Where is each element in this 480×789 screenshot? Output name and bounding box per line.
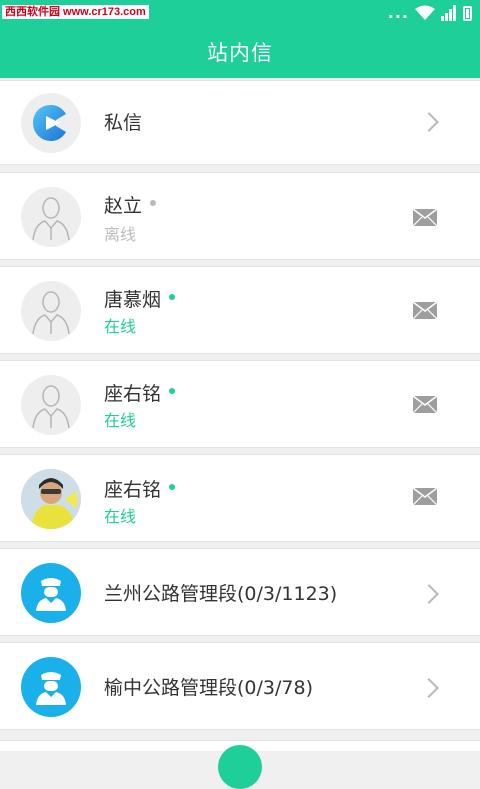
contact-row[interactable]: 座右铭 在线 xyxy=(0,360,480,448)
contact-status: 在线 xyxy=(104,317,137,336)
group-label: 榆中公路管理段(0/3/78) xyxy=(104,677,313,699)
status-icons: ... xyxy=(388,4,472,22)
contact-status: 在线 xyxy=(104,411,137,430)
private-message-label: 私信 xyxy=(104,112,143,134)
officer-icon xyxy=(36,578,66,611)
envelope-icon[interactable] xyxy=(413,209,437,226)
contact-name-text: 座右铭 xyxy=(104,383,162,405)
contact-row[interactable]: 座右铭 在线 xyxy=(0,454,480,542)
app-header: 站内信 xyxy=(0,26,480,78)
contact-name: 唐慕烟 xyxy=(104,285,176,312)
private-message-row[interactable]: 私信 xyxy=(0,80,480,165)
person-placeholder-icon xyxy=(32,385,70,429)
wifi-icon xyxy=(415,5,435,20)
contact-name: 座右铭 xyxy=(104,475,176,502)
status-bar: 西西软件园 www.cr173.com ... xyxy=(0,0,480,26)
contact-status: 离线 xyxy=(104,225,137,244)
person-photo-icon xyxy=(21,469,81,529)
battery-icon xyxy=(463,5,472,21)
contact-name-text: 唐慕烟 xyxy=(104,289,162,311)
contact-name-text: 赵立 xyxy=(104,195,143,217)
envelope-icon[interactable] xyxy=(413,302,437,319)
online-dot xyxy=(169,387,176,394)
officer-icon xyxy=(36,672,66,705)
contact-row[interactable]: 唐慕烟 在线 xyxy=(0,266,480,354)
contact-avatar xyxy=(21,375,81,435)
more-dots: ... xyxy=(387,3,409,22)
envelope-icon[interactable] xyxy=(413,488,437,505)
play-logo-icon xyxy=(33,105,66,141)
page-title: 站内信 xyxy=(207,41,273,65)
watermark: 西西软件园 www.cr173.com xyxy=(2,5,149,19)
chevron-right-icon xyxy=(419,584,439,604)
contact-name-text: 座右铭 xyxy=(104,479,162,501)
group-avatar xyxy=(21,657,81,717)
contact-row[interactable]: 赵立 离线 xyxy=(0,172,480,260)
online-dot xyxy=(169,293,176,300)
person-placeholder-icon xyxy=(32,197,70,241)
offline-dot xyxy=(150,199,157,206)
group-avatar xyxy=(21,563,81,623)
group-row[interactable]: 兰州公路管理段(0/3/1123) xyxy=(0,548,480,636)
group-label: 兰州公路管理段(0/3/1123) xyxy=(104,583,338,605)
chevron-right-icon xyxy=(419,112,439,132)
envelope-icon[interactable] xyxy=(413,396,437,413)
contact-avatar xyxy=(21,187,81,247)
contact-name: 赵立 xyxy=(104,191,157,218)
contact-photo-avatar xyxy=(21,469,81,529)
contact-status: 在线 xyxy=(104,507,137,526)
contact-name: 座右铭 xyxy=(104,379,176,406)
private-message-avatar xyxy=(21,93,81,153)
signal-icon xyxy=(441,5,456,21)
contact-avatar xyxy=(21,281,81,341)
chevron-right-icon xyxy=(419,678,439,698)
person-placeholder-icon xyxy=(32,291,70,335)
group-row[interactable]: 榆中公路管理段(0/3/78) xyxy=(0,642,480,730)
online-dot xyxy=(169,483,176,490)
bottom-nav-center-button[interactable] xyxy=(218,745,262,789)
